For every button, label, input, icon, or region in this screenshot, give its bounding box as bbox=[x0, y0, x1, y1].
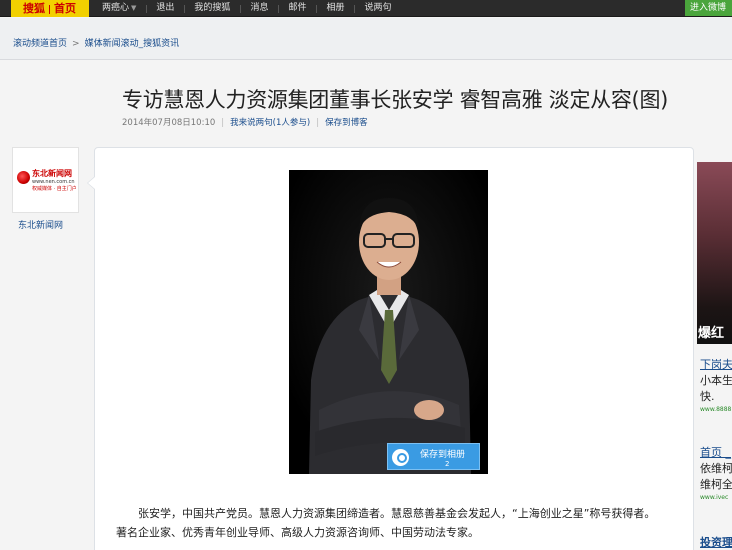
save-to-blog-link[interactable]: 保存到博客 bbox=[325, 118, 368, 128]
top-navigation-bar: 搜狐 首页 两癌心 ▼ 退出 我的搜狐 消息 邮件 相册 说两句 进入微博 bbox=[0, 0, 732, 17]
logo-text-home: 首页 bbox=[54, 2, 76, 15]
nav-messages[interactable]: 消息 bbox=[240, 0, 278, 17]
source-logo-title: 东北新闻网 bbox=[32, 169, 72, 178]
article-datetime: 2014年07月08日10:10 bbox=[122, 118, 216, 128]
breadcrumb-separator: > bbox=[72, 39, 80, 49]
source-logo-tagline: 权威媒体 · 自主门户 bbox=[32, 186, 77, 192]
comment-count: (1人参与) bbox=[272, 118, 311, 128]
sidebar-ad-text-2b: 维柯全 bbox=[700, 478, 732, 491]
nav-user-label: 两癌心 bbox=[102, 3, 130, 13]
sidebar-ad-text-2a: 依维柯 bbox=[700, 462, 732, 475]
article-meta: 2014年07月08日10:10 | 我来说两句(1人参与) | 保存到博客 bbox=[122, 116, 368, 128]
source-logo[interactable]: 东北新闻网 www.nen.com.cn 权威媒体 · 自主门户 bbox=[12, 147, 79, 213]
save-album-icon bbox=[392, 449, 409, 466]
article-photo[interactable] bbox=[289, 170, 488, 474]
sidebar-ad-url-2[interactable]: www.ivec bbox=[700, 494, 728, 501]
sidebar-ad-image[interactable]: 爆红 bbox=[697, 162, 732, 344]
nav-logout[interactable]: 退出 bbox=[146, 0, 184, 17]
sidebar-ad-link-3[interactable]: 投资理 bbox=[700, 534, 732, 550]
source-name-link[interactable]: 东北新闻网 bbox=[18, 218, 63, 231]
meta-divider: | bbox=[316, 118, 320, 128]
sidebar-ad-url-1[interactable]: www.8888 bbox=[700, 406, 731, 413]
sidebar-ad-text-1b: 快. bbox=[700, 390, 715, 403]
nav-user-menu[interactable]: 两癌心 ▼ bbox=[92, 0, 146, 17]
save-album-count: 2 bbox=[445, 460, 450, 468]
portrait-illustration bbox=[289, 170, 488, 474]
logo-divider bbox=[49, 4, 50, 14]
breadcrumb: 滚动频道首页 > 媒体新闻滚动_搜狐资讯 bbox=[13, 36, 179, 49]
breadcrumb-current-link[interactable]: 媒体新闻滚动_搜狐资讯 bbox=[85, 39, 180, 49]
sidebar-ad-link-2[interactable]: 首页 _ bbox=[700, 444, 731, 460]
article-paragraph: 张安学，中国共产党员。慧恩人力资源集团缔造者。慧恩慈善基金会发起人，“上海创业之… bbox=[116, 507, 656, 539]
enter-weibo-button[interactable]: 进入微博 bbox=[685, 0, 732, 16]
source-logo-mark: 东北新闻网 www.nen.com.cn 权威媒体 · 自主门户 bbox=[17, 168, 77, 192]
comment-link[interactable]: 我来说两句(1人参与) bbox=[230, 118, 310, 128]
breadcrumb-bar: 滚动频道首页 > 媒体新闻滚动_搜狐资讯 bbox=[0, 18, 732, 60]
save-album-label: 保存到相册 bbox=[420, 450, 466, 460]
ad-caption: 爆红 bbox=[698, 326, 725, 341]
sohu-logo[interactable]: 搜狐 首页 bbox=[11, 0, 89, 17]
sidebar-ad-text-1a: 小本生 bbox=[700, 374, 732, 387]
breadcrumb-home-link[interactable]: 滚动频道首页 bbox=[13, 39, 67, 49]
sidebar-ad-link-1[interactable]: 下岗夫 bbox=[700, 356, 732, 372]
article-title: 专访慧恩人力资源集团董事长张安学 睿智高雅 淡定从容(图) bbox=[122, 88, 669, 112]
top-nav-menu: 两癌心 ▼ 退出 我的搜狐 消息 邮件 相册 说两句 bbox=[92, 0, 402, 17]
logo-text-sohu: 搜狐 bbox=[23, 2, 45, 15]
nav-my-sohu[interactable]: 我的搜狐 bbox=[184, 0, 240, 17]
nav-mail[interactable]: 邮件 bbox=[278, 0, 316, 17]
nav-comments[interactable]: 说两句 bbox=[354, 0, 401, 17]
article-body: 张安学，中国共产党员。慧恩人力资源集团缔造者。慧恩慈善基金会发起人，“上海创业之… bbox=[116, 504, 666, 542]
panel-pointer-inner bbox=[88, 177, 95, 189]
save-to-album-button[interactable]: 保存到相册 2 bbox=[387, 443, 480, 470]
comment-link-label: 我来说两句 bbox=[230, 118, 273, 128]
chevron-down-icon: ▼ bbox=[131, 4, 137, 12]
meta-divider: | bbox=[221, 118, 225, 128]
globe-icon bbox=[17, 171, 30, 184]
nav-album[interactable]: 相册 bbox=[316, 0, 354, 17]
